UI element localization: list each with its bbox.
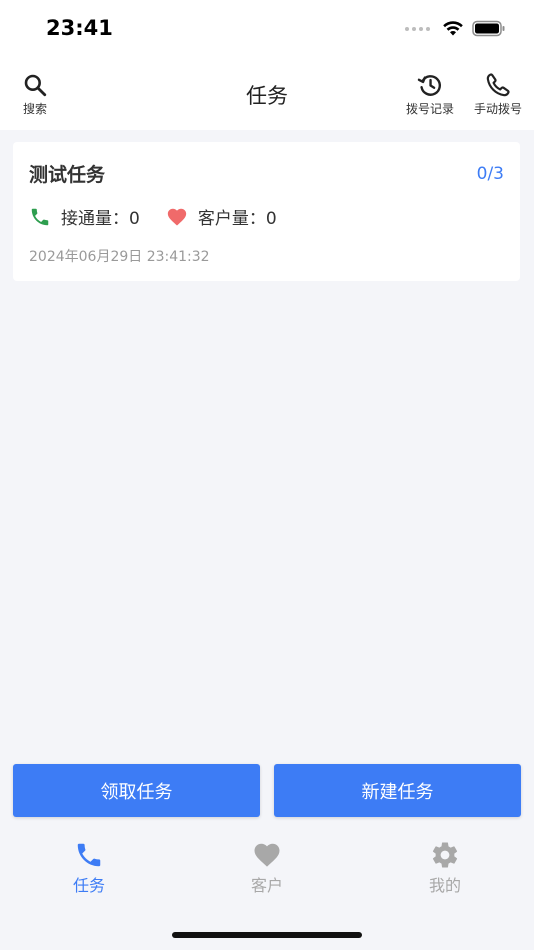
home-indicator [172,932,362,938]
connected-count: 接通量：0 [29,204,140,229]
signal-dots-icon [405,26,430,31]
header: 搜索 任务 拨号记录 手动拨号 [0,60,534,130]
task-stats: 接通量：0 客户量：0 [29,204,277,229]
tab-tasks-label: 任务 [72,876,105,895]
phone-icon [31,208,49,225]
task-title: 测试任务 [29,164,106,186]
customer-count: 客户量：0 [166,204,277,229]
task-date: 2024年06月29日 23:41:32 [29,249,210,265]
tab-customers-label: 客户 [250,876,283,895]
connected-label: 接通量：0 [61,209,140,229]
tab-customers[interactable]: 客户 [207,840,327,896]
status-time: 23:41 [46,16,113,40]
claim-task-button[interactable]: 领取任务 [13,764,260,817]
tab-profile-label: 我的 [428,876,461,895]
status-bar: 23:41 [0,0,534,60]
tab-profile[interactable]: 我的 [385,840,505,896]
phone-icon [486,73,510,97]
manual-dial-label: 手动拨号 [474,102,523,116]
tab-tasks[interactable]: 任务 [29,840,149,896]
wifi-icon [443,21,463,36]
heart-icon [254,843,280,867]
phone-icon [77,843,101,867]
gear-icon [432,842,458,868]
manual-dial-button[interactable]: 手动拨号 [474,72,522,117]
create-task-button[interactable]: 新建任务 [274,764,521,817]
customer-label: 客户量：0 [197,209,277,229]
task-progress: 0/3 [476,164,504,184]
call-history-label: 拨号记录 [406,102,455,116]
battery-icon [472,20,505,37]
status-icons [405,20,506,37]
history-icon [417,75,441,96]
heart-icon [167,208,186,226]
task-card[interactable]: 测试任务 0/3 接通量：0 客户量：0 2024年06月29日 23:41:3… [13,142,520,281]
call-history-button[interactable]: 拨号记录 [406,72,454,117]
